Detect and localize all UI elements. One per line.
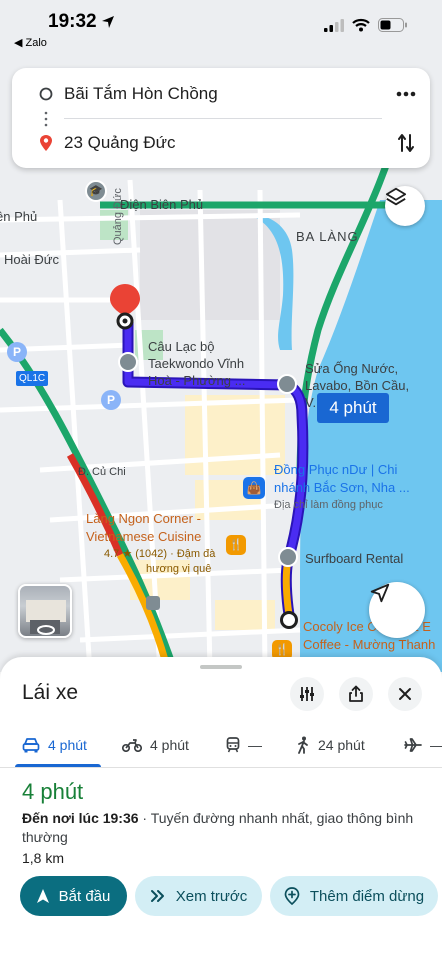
- location-arrow-icon: [102, 16, 114, 28]
- add-stop-button[interactable]: Thêm điểm dừng: [270, 876, 438, 916]
- route-duration-badge[interactable]: 4 phút: [317, 393, 389, 423]
- swap-icon[interactable]: [398, 133, 414, 153]
- map-label-dien-bien-phu: Điện Biên Phủ: [120, 197, 204, 212]
- origin-marker-icon[interactable]: [280, 611, 298, 629]
- school-icon[interactable]: 🎓: [85, 180, 107, 202]
- navigation-arrow-icon: [370, 583, 390, 603]
- map-label-club-2: Taekwondo Vĩnh: [148, 356, 245, 371]
- travel-mode-tabs: 4 phút 4 phút — 24 phút: [0, 723, 442, 767]
- layers-icon: [385, 187, 407, 206]
- tab-transit[interactable]: —: [226, 723, 262, 767]
- map-label-lang-note: hương vị quê: [146, 563, 212, 575]
- ql1c-shield: QL1C: [16, 371, 49, 386]
- add-stop-label: Thêm điểm dừng: [309, 887, 425, 905]
- tabs-divider: [0, 767, 442, 768]
- train-icon: [226, 737, 240, 753]
- double-chevron-icon: [150, 890, 164, 902]
- map-label-hoai-duc: Hoài Đức: [4, 252, 59, 267]
- layers-button[interactable]: [385, 186, 425, 226]
- route-distance: 1,8 km: [22, 850, 65, 866]
- preview-button[interactable]: Xem trước: [135, 876, 262, 916]
- walking-icon: [298, 736, 308, 754]
- street-view-thumbnail[interactable]: [18, 584, 72, 638]
- preview-label: Xem trước: [175, 887, 248, 905]
- tab-car[interactable]: 4 phút: [22, 723, 87, 767]
- directions-card: Bãi Tắm Hòn Chồng 23 Quảng Đức: [12, 68, 430, 168]
- map-label-uniform-1: Đồng Phục nDư | Chi: [274, 462, 398, 477]
- start-button[interactable]: Bắt đầu: [20, 876, 127, 916]
- poi-marker-icon[interactable]: [278, 547, 298, 567]
- field-divider: [64, 118, 382, 119]
- sheet-title: Lái xe: [22, 681, 79, 704]
- airplane-icon: [404, 738, 422, 752]
- map-label-bien-phu: ên Phủ: [0, 209, 38, 224]
- share-icon: [349, 685, 363, 702]
- share-button[interactable]: [339, 677, 373, 711]
- start-label: Bắt đầu: [58, 887, 111, 905]
- bus-stop-icon[interactable]: [146, 596, 160, 610]
- origin-row[interactable]: Bãi Tắm Hòn Chồng: [12, 74, 430, 114]
- my-location-button[interactable]: [369, 582, 425, 638]
- map-label-quang-duc: Quảng Đức: [112, 188, 124, 245]
- parking-icon[interactable]: P: [7, 342, 27, 362]
- sheet-drag-handle[interactable]: [200, 665, 242, 669]
- close-button[interactable]: [388, 677, 422, 711]
- tab-motorbike-label: 4 phút: [150, 737, 189, 753]
- status-bar: 19:32 ◀ Zalo: [0, 0, 442, 56]
- map-label-uniform-3: Địa chỉ làm đồng phục: [274, 499, 383, 511]
- destination-row[interactable]: 23 Quảng Đức: [12, 123, 430, 163]
- restaurant-icon[interactable]: 🍴: [226, 535, 246, 555]
- sliders-icon: [300, 687, 314, 701]
- poi-marker-icon[interactable]: [277, 374, 297, 394]
- map-label-surfboard: Surfboard Rental: [305, 551, 404, 566]
- back-app-label: Zalo: [25, 37, 47, 49]
- map-label-club-1: Câu Lạc bộ: [148, 339, 215, 354]
- map-label-club-3: Hoà - Phường ...: [148, 373, 246, 388]
- tab-flight-label: —: [430, 737, 442, 753]
- map-label-lang-2: Vietnamese Cuisine: [86, 529, 202, 544]
- tab-walk-label: 24 phút: [318, 737, 365, 753]
- close-icon: [399, 688, 411, 700]
- parking-icon[interactable]: P: [101, 390, 121, 410]
- back-to-app-link[interactable]: ◀ Zalo: [14, 36, 47, 49]
- rotate-360-icon: [37, 625, 55, 635]
- directions-sheet: Lái xe 4 phút 4 phút — 24 phút 4 phút Đế…: [0, 657, 442, 960]
- add-location-icon: [284, 887, 300, 905]
- more-options-icon[interactable]: [396, 91, 416, 97]
- signal-icon: [324, 18, 344, 32]
- poi-marker-icon[interactable]: [118, 352, 138, 372]
- navigate-arrow-icon: [36, 889, 49, 903]
- destination-pin-small-icon: [40, 135, 52, 151]
- tab-motorbike[interactable]: 4 phút: [122, 723, 189, 767]
- motorbike-icon: [122, 739, 142, 752]
- origin-circle-icon: [39, 87, 53, 101]
- route-duration: 4 phút: [22, 779, 84, 804]
- map-label-repair-2: Lavabo, Bồn Cầu,: [305, 378, 410, 393]
- status-time: 19:32: [48, 11, 97, 32]
- battery-icon: [378, 18, 407, 32]
- destination-field[interactable]: 23 Quảng Đức: [64, 133, 176, 153]
- wifi-icon: [352, 18, 370, 32]
- tab-flight[interactable]: —: [404, 723, 442, 767]
- map-label-uniform-2: nhánh Bắc Sơn, Nha ...: [274, 480, 410, 495]
- tab-walk[interactable]: 24 phút: [296, 723, 365, 767]
- map-label-repair-1: Sửa Ống Nước,: [305, 361, 399, 376]
- route-summary: Đến nơi lúc 19:36 · Tuyến đường nhanh nh…: [22, 809, 422, 847]
- destination-pin-icon[interactable]: [110, 284, 140, 330]
- map-label-lang-1: Làng Ngon Corner -: [86, 511, 201, 526]
- tab-transit-label: —: [248, 737, 262, 753]
- map-label-lang-rating: 4.7 ★ (1042) · Đậm đà: [104, 548, 216, 560]
- route-options-button[interactable]: [290, 677, 324, 711]
- map-label-cocoly-2: Coffee - Mường Thanh: [303, 637, 436, 652]
- tab-car-label: 4 phút: [48, 737, 87, 753]
- origin-field[interactable]: Bãi Tắm Hòn Chồng: [64, 84, 218, 104]
- shopping-bag-icon[interactable]: 👜: [243, 477, 265, 499]
- arrival-time: Đến nơi lúc 19:36: [22, 810, 139, 826]
- map-label-cu-chi: Đ. Củ Chi: [78, 466, 126, 478]
- car-icon: [22, 738, 40, 753]
- map-label-ba-lang: BA LÀNG: [296, 229, 359, 244]
